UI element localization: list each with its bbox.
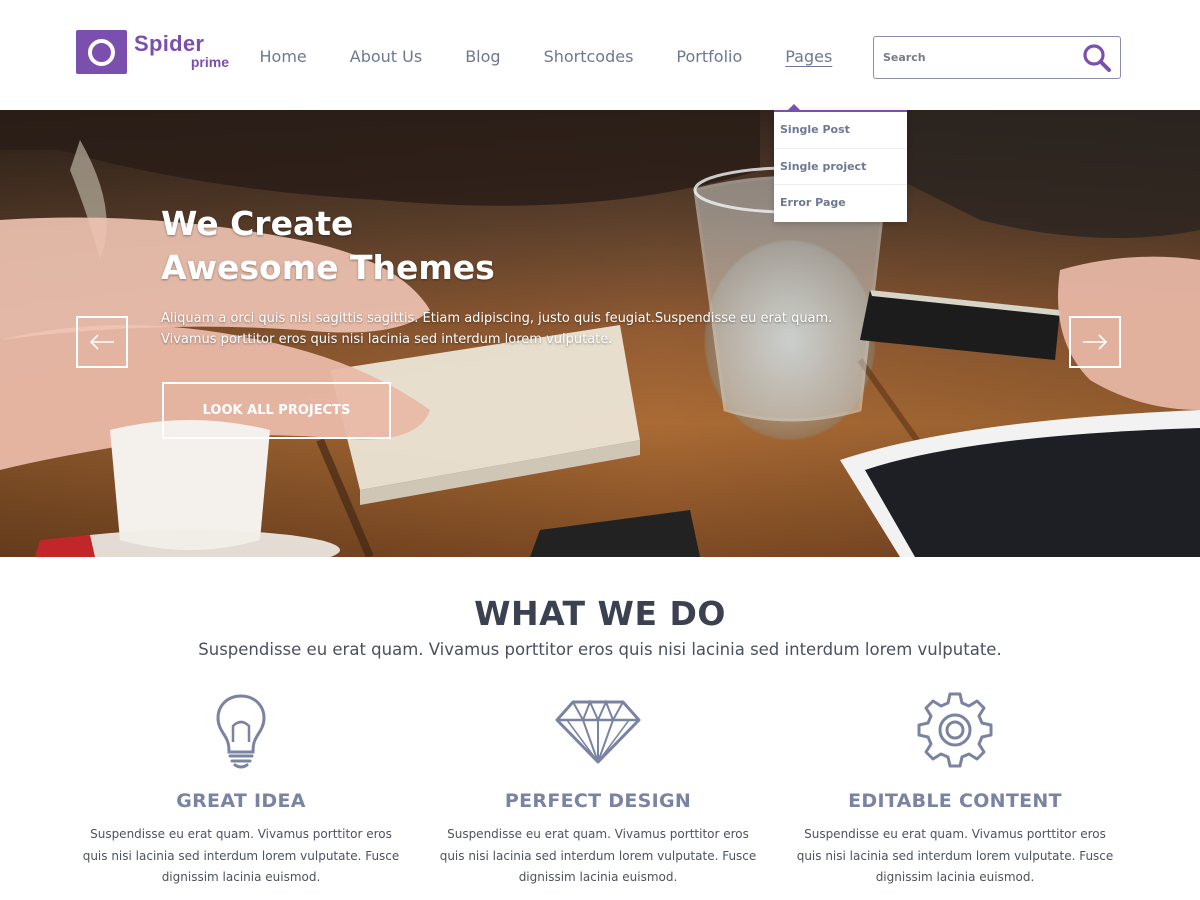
diamond-icon xyxy=(555,699,641,764)
search-input[interactable] xyxy=(883,51,1083,64)
feature-title: GREAT IDEA xyxy=(176,790,306,812)
logo-mark-icon xyxy=(76,30,127,74)
pages-dropdown-menu: Single Post Single project Error Page xyxy=(774,104,907,222)
hero-slider: We Create Awesome Themes Aliquam a orci … xyxy=(0,110,1200,557)
nav-item-home[interactable]: Home xyxy=(238,44,328,70)
feature-title: PERFECT DESIGN xyxy=(504,790,692,812)
feature-text: Suspendisse eu erat quam. Vivamus portti… xyxy=(796,827,1114,884)
feature-great-idea: GREAT IDEA Suspendisse eu erat quam. Viv… xyxy=(71,690,411,889)
site-logo[interactable]: Spider prime xyxy=(76,30,229,74)
section-subtitle: Suspendisse eu erat quam. Vivamus portti… xyxy=(198,640,1002,659)
nav-item-shortcodes[interactable]: Shortcodes xyxy=(522,44,655,70)
lightbulb-icon xyxy=(216,694,266,769)
main-nav: Home About Us Blog Shortcodes Portfolio … xyxy=(238,44,854,70)
search-box xyxy=(873,36,1121,79)
feature-perfect-design: PERFECT DESIGN Suspendisse eu erat quam.… xyxy=(428,690,768,889)
arrow-left-icon xyxy=(89,334,114,350)
search-icon[interactable] xyxy=(1082,43,1112,73)
dropdown-item-error-page[interactable]: Error Page xyxy=(774,185,907,222)
feature-title: EDITABLE CONTENT xyxy=(848,790,1062,812)
gear-icon xyxy=(917,692,993,768)
hero-title-line1: We Create xyxy=(161,204,354,243)
look-all-projects-button[interactable]: LOOK ALL PROJECTS xyxy=(162,382,391,439)
arrow-right-icon xyxy=(1083,334,1108,350)
hero-text: Aliquam a orci quis nisi sagittis sagitt… xyxy=(161,311,833,347)
nav-item-portfolio[interactable]: Portfolio xyxy=(655,44,764,70)
hero-title-line2: Awesome Themes xyxy=(161,248,495,287)
logo-sub: prime xyxy=(190,54,229,70)
feature-editable-content: EDITABLE CONTENT Suspendisse eu erat qua… xyxy=(785,690,1125,889)
feature-text: Suspendisse eu erat quam. Vivamus portti… xyxy=(439,827,757,884)
feature-text: Suspendisse eu erat quam. Vivamus portti… xyxy=(82,827,400,884)
hero-title: We Create Awesome Themes xyxy=(161,202,681,290)
nav-item-pages[interactable]: Pages xyxy=(764,44,854,70)
nav-item-about-us[interactable]: About Us xyxy=(328,44,443,70)
slider-next-button[interactable] xyxy=(1069,316,1121,368)
dropdown-item-single-project[interactable]: Single project xyxy=(774,149,907,185)
dropdown-item-single-post[interactable]: Single Post xyxy=(774,112,907,149)
site-header: Spider prime Home About Us Blog Shortcod… xyxy=(0,0,1200,110)
nav-item-blog[interactable]: Blog xyxy=(444,44,522,70)
section-title: WHAT WE DO xyxy=(474,594,726,633)
slider-prev-button[interactable] xyxy=(76,316,128,368)
logo-text: Spider prime xyxy=(134,30,229,74)
